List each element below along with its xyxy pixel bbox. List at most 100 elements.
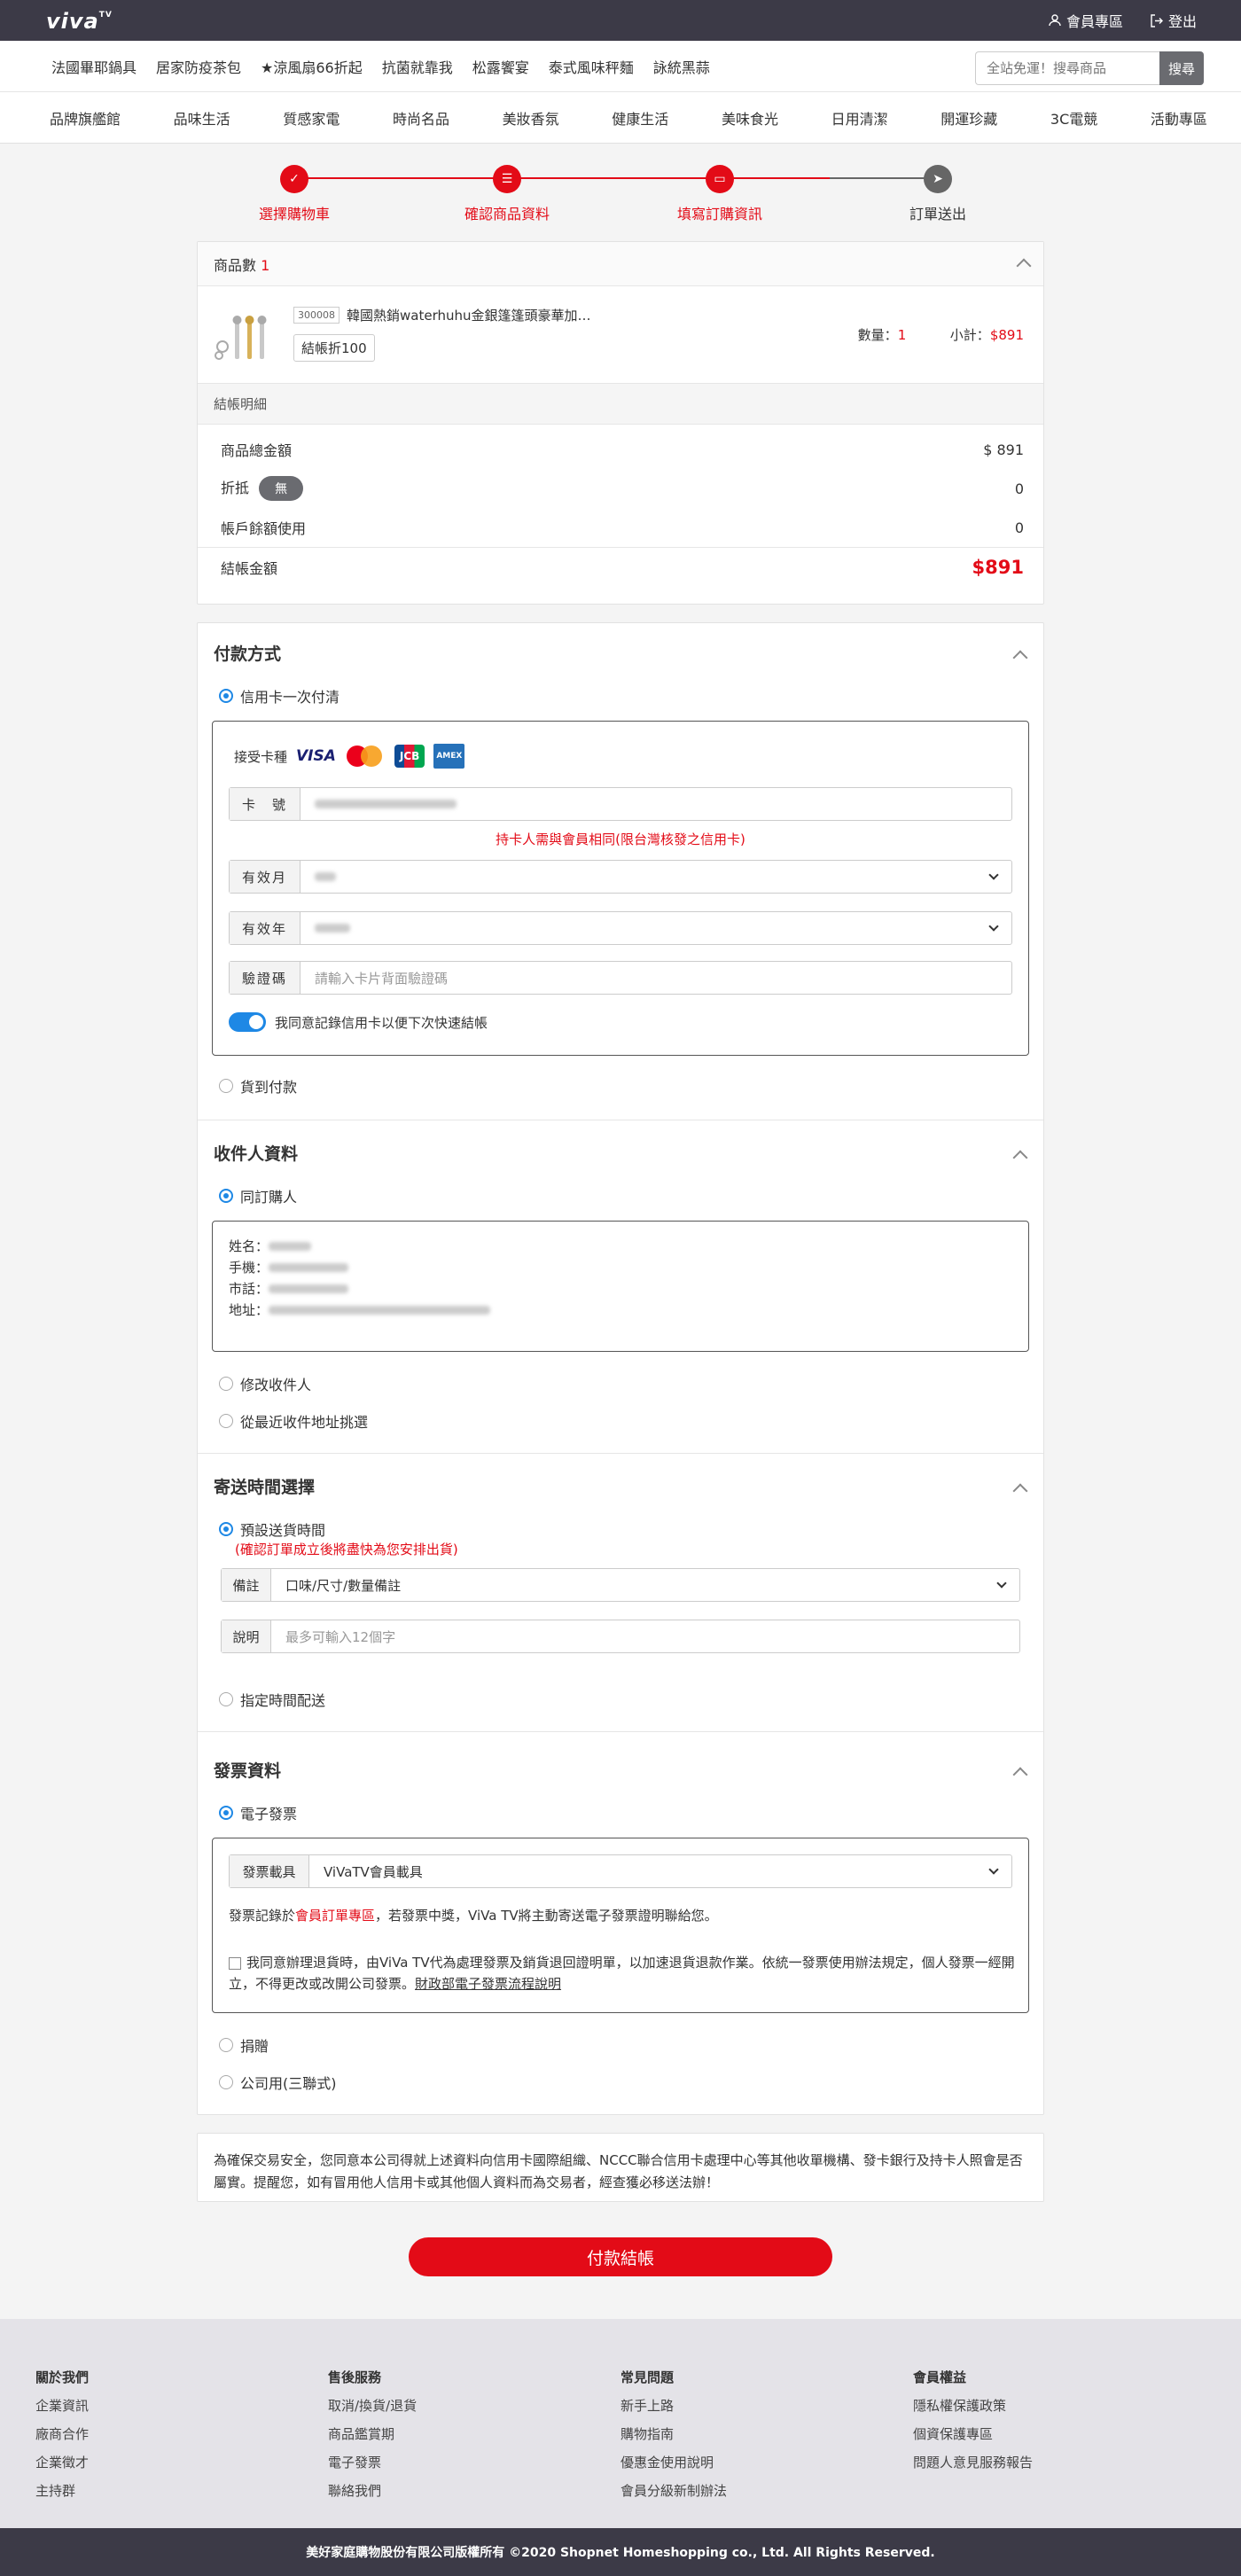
receiver-title: 收件人資料 <box>214 1144 299 1164</box>
expiry-year-select[interactable]: 有效年 <box>229 911 1012 945</box>
footer-link[interactable]: 廠商合作 <box>35 2420 89 2448</box>
remark-select[interactable]: 備註 口味/尺寸/數量備註 <box>221 1568 1020 1602</box>
step-1: ✓ 選擇購物車 <box>223 165 365 223</box>
category-link[interactable]: 3C電競 <box>1050 107 1097 129</box>
category-nav: 品牌旗艦館 品味生活 質感家電 時尚名品 美妝香氛 健康生活 美味食光 日用清潔 開運珍藏 3C電… <box>0 92 1241 144</box>
footer-column: 關於我們 企業資訊 廠商合作 企業徵才 主持群 <box>35 2363 89 2505</box>
quick-link[interactable]: 松露饗宴 <box>472 56 529 77</box>
quick-link[interactable]: 居家防疫茶包 <box>156 56 241 77</box>
footer-link[interactable]: 會員分級新制辦法 <box>620 2477 727 2505</box>
search-button[interactable]: 搜尋 <box>1159 51 1204 85</box>
radio-icon <box>219 1806 233 1820</box>
logout-link[interactable]: 登出 <box>1150 10 1197 31</box>
search-input[interactable] <box>975 51 1159 85</box>
category-link[interactable]: 質感家電 <box>283 107 340 129</box>
summary-total-row: 商品總金額 $ 891 <box>221 441 1024 460</box>
category-link[interactable]: 活動專區 <box>1151 107 1207 129</box>
footer-link[interactable]: 購物指南 <box>620 2420 727 2448</box>
footer-link[interactable]: 隱私權保護政策 <box>913 2392 1033 2420</box>
footer-column-title: 會員權益 <box>913 2369 967 2385</box>
footer-link[interactable]: 個資保護專區 <box>913 2420 1033 2448</box>
invoice-agree: 我同意辦理退貨時，由ViVa TV代為處理發票及銷貨退回證明單，以加速退貨退款作… <box>229 1955 1015 1992</box>
quick-link[interactable]: 法國畢耶鍋具 <box>51 56 137 77</box>
payment-option-cod[interactable]: 貨到付款 <box>219 1075 297 1097</box>
invoice-option-donate[interactable]: 捐贈 <box>219 2034 269 2056</box>
send-icon: ➤ <box>924 165 952 193</box>
list-icon: ☰ <box>493 165 521 193</box>
footer: 關於我們 企業資訊 廠商合作 企業徵才 主持群 售後服務 取消/換貨/退貨 商品鑑賞期 電子發票… <box>0 2319 1241 2528</box>
carrier-select[interactable]: 發票載具 ViVaTV會員載具 <box>229 1854 1012 1888</box>
footer-link[interactable]: 優惠金使用說明 <box>620 2448 727 2477</box>
category-link[interactable]: 日用清潔 <box>831 107 888 129</box>
chevron-up-icon[interactable] <box>1012 1767 1028 1783</box>
quick-link[interactable]: 抗菌就靠我 <box>382 56 453 77</box>
category-link[interactable]: 品牌旗艦館 <box>50 107 121 129</box>
pay-checkout-button[interactable]: 付款結帳 <box>409 2237 832 2276</box>
chevron-up-icon[interactable] <box>1016 258 1032 274</box>
receiver-info-box: 姓名： 手機： 市話： 地址： <box>212 1221 1029 1352</box>
category-link[interactable]: 健康生活 <box>612 107 668 129</box>
footer-link[interactable]: 電子發票 <box>328 2448 417 2477</box>
footer-link[interactable]: 取消/換貨/退貨 <box>328 2392 417 2420</box>
radio-icon <box>219 2038 233 2052</box>
footer-column: 會員權益隱私權保護政策 個資保護專區 問題人意見服務報告 <box>913 2363 1033 2477</box>
quick-link[interactable]: 詠統黑蒜 <box>653 56 710 77</box>
receiver-option-same[interactable]: 同訂購人 <box>219 1185 297 1206</box>
copyright: 美好家庭購物股份有限公司版權所有 ©2020 Shopnet Homeshopp… <box>0 2528 1241 2576</box>
delivery-option-default[interactable]: 預設送貨時間 <box>219 1518 325 1540</box>
delivery-option-scheduled[interactable]: 指定時間配送 <box>219 1689 325 1710</box>
checkout-steps: ✓ 選擇購物車 ☰ 確認商品資料 ▭ 填寫訂購資訊 ➤ 訂單送出 <box>197 144 1044 241</box>
category-link[interactable]: 品味生活 <box>174 107 230 129</box>
description-field[interactable]: 說明 最多可輸入12個字 <box>221 1620 1020 1653</box>
step-label: 選擇購物車 <box>258 206 330 222</box>
invoice-option-company[interactable]: 公司用(三聯式) <box>219 2072 337 2093</box>
radio-icon <box>219 2075 233 2089</box>
chevron-up-icon[interactable] <box>1012 650 1028 666</box>
remember-card-toggle[interactable]: 我同意記錄信用卡以便下次快速結帳 <box>229 1012 488 1032</box>
cart-header[interactable]: 商品數 1 <box>198 242 1043 286</box>
cart-card: 商品數 1 300008 韓國熱銷waterhuhu金銀篷篷頭豪華加… 結帳折1… <box>197 241 1044 605</box>
footer-column-title: 常見問題 <box>620 2369 675 2385</box>
category-link[interactable]: 美妝香氛 <box>503 107 559 129</box>
step-label: 確認商品資料 <box>464 206 550 222</box>
expiry-month-select[interactable]: 有效月 <box>229 860 1012 894</box>
invoice-process-link[interactable]: 財政部電子發票流程說明 <box>415 1976 561 1992</box>
delivery-title: 寄送時間選擇 <box>214 1478 316 1497</box>
step-label: 填寫訂購資訊 <box>676 206 762 222</box>
invoice-agree-checkbox[interactable] <box>229 1956 241 1970</box>
card-number-field[interactable]: 卡 號 <box>229 787 1012 821</box>
quick-link[interactable]: ★涼風扇66折起 <box>261 56 363 77</box>
chevron-up-icon[interactable] <box>1012 1483 1028 1499</box>
radio-icon <box>219 1079 233 1093</box>
invoice-option-electronic[interactable]: 電子發票 <box>219 1802 297 1823</box>
footer-link[interactable]: 企業資訊 <box>35 2392 89 2420</box>
category-link[interactable]: 美味食光 <box>722 107 778 129</box>
footer-link[interactable]: 聯絡我們 <box>328 2477 417 2505</box>
footer-link[interactable]: 新手上路 <box>620 2392 727 2420</box>
category-link[interactable]: 時尚名品 <box>393 107 449 129</box>
product-row: 300008 韓國熱銷waterhuhu金銀篷篷頭豪華加… 結帳折100 數量：… <box>198 286 1043 384</box>
step-3: ▭ 填寫訂購資訊 <box>649 165 791 223</box>
footer-link[interactable]: 問題人意見服務報告 <box>913 2448 1033 2477</box>
receiver-option-recent[interactable]: 從最近收件地址挑選 <box>219 1410 368 1432</box>
category-link[interactable]: 開運珍藏 <box>941 107 997 129</box>
receiver-option-edit[interactable]: 修改收件人 <box>219 1373 311 1394</box>
logout-icon <box>1151 13 1163 27</box>
footer-link[interactable]: 企業徵才 <box>35 2448 89 2477</box>
summary-discount-row: 折抵 無 0 <box>198 469 1043 508</box>
payment-option-credit[interactable]: 信用卡一次付清 <box>219 685 340 706</box>
step-label: 訂單送出 <box>909 206 966 222</box>
chevron-up-icon[interactable] <box>1012 1150 1028 1166</box>
subtotal-label: 小計： <box>949 327 990 343</box>
member-link[interactable]: 會員專區 <box>1049 10 1123 31</box>
footer-link[interactable]: 主持群 <box>35 2477 89 2505</box>
footer-link[interactable]: 商品鑑賞期 <box>328 2420 417 2448</box>
discount-badge[interactable]: 無 <box>259 476 304 501</box>
card-icon: ▭ <box>706 165 734 193</box>
member-orders-link[interactable]: 會員訂單專區 <box>295 1908 375 1924</box>
summary-title: 結帳明細 <box>198 384 1043 425</box>
viva-logo[interactable]: vivaTV <box>46 9 113 34</box>
product-name[interactable]: 韓國熱銷waterhuhu金銀篷篷頭豪華加… <box>347 306 591 324</box>
cvv-field[interactable]: 驗證碼 請輸入卡片背面驗證碼 <box>229 961 1012 995</box>
quick-link[interactable]: 泰式風味秤麵 <box>549 56 634 77</box>
